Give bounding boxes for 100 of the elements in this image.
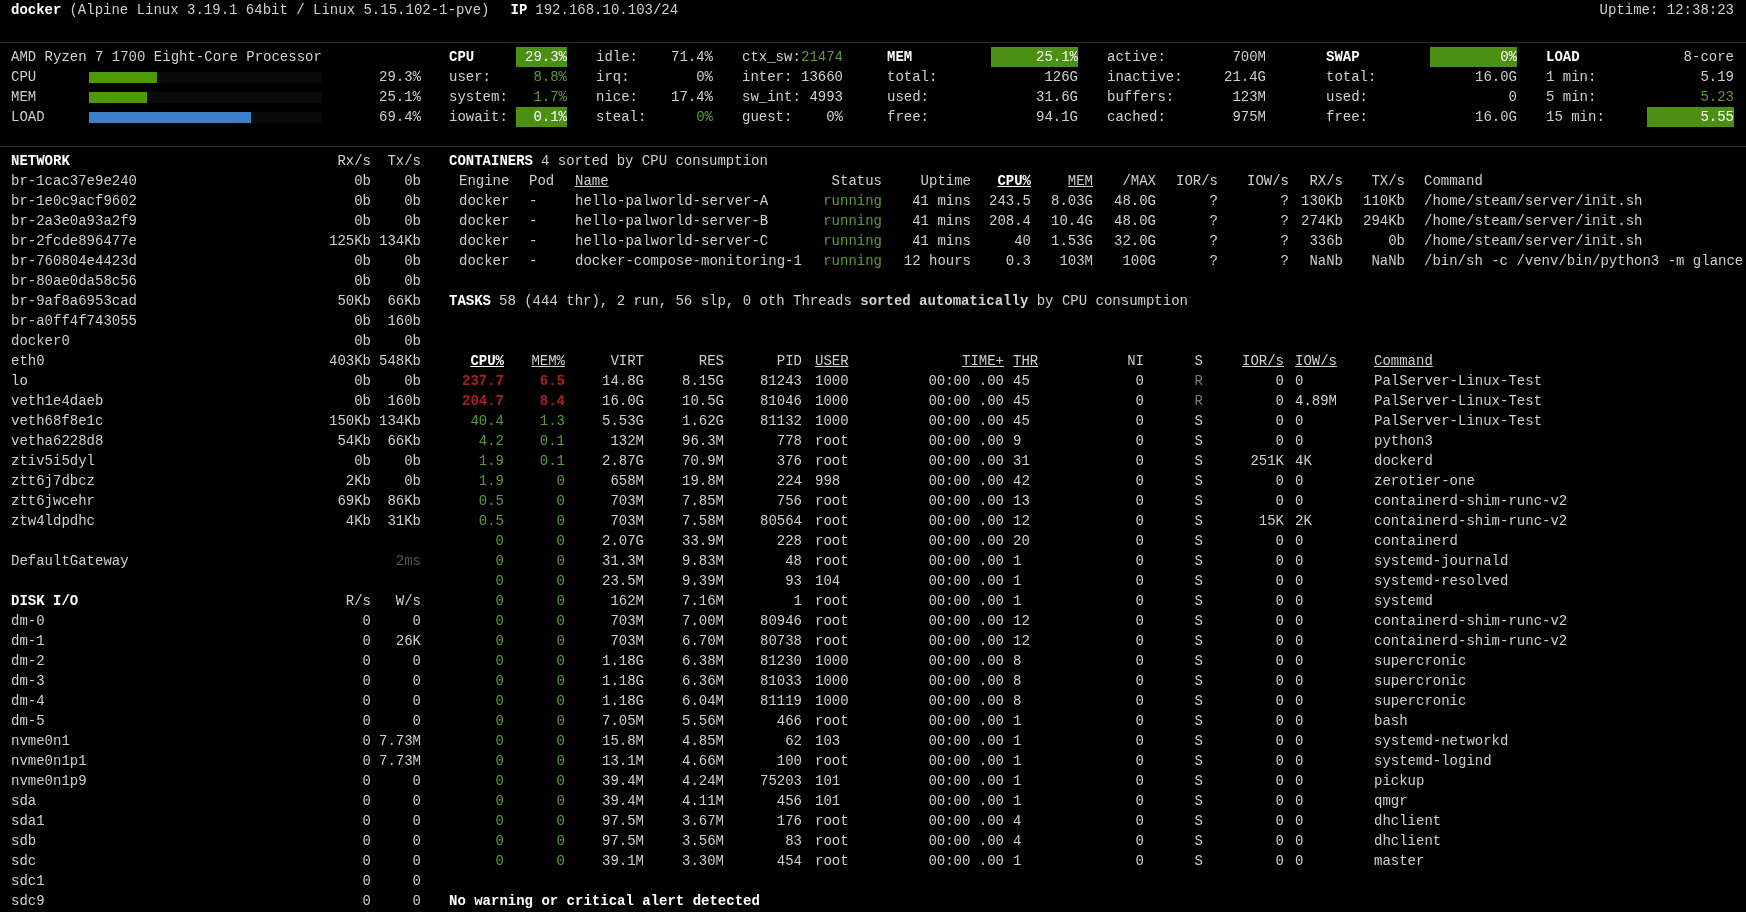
interface-name: eth0 xyxy=(11,352,46,371)
table-cell-text: 274Kb xyxy=(1301,212,1343,231)
table-cell-text: supercronic xyxy=(1374,672,1468,691)
table-cell-text: 1000 xyxy=(815,392,850,411)
table-cell-text: 237.7 xyxy=(462,372,504,391)
column-header: THR xyxy=(1013,352,1040,371)
table-cell-text: 454 xyxy=(776,852,802,871)
table-cell-text: zerotier-one xyxy=(1374,472,1476,491)
table-cell-text: S xyxy=(1194,612,1203,631)
table-cell-text: 1000 xyxy=(815,692,850,711)
table-cell-text: 2.87G xyxy=(602,452,644,471)
table-cell-text: 224 xyxy=(776,472,802,491)
table-cell-text: 0 xyxy=(1275,412,1284,431)
table-cell-text: - xyxy=(529,252,539,271)
table-cell-text: 0 xyxy=(412,892,421,911)
table-cell-text: ? xyxy=(1209,232,1218,251)
table-cell-text: docker xyxy=(459,212,511,231)
stat-value: 1.7% xyxy=(533,88,567,107)
table-cell-text: S xyxy=(1194,472,1203,491)
table-cell-text: 80564 xyxy=(760,512,802,531)
table-cell-text: 00:00 .00 xyxy=(928,432,1004,451)
table-cell-text: 0 xyxy=(556,732,565,751)
table-cell-text: 0 xyxy=(412,612,421,631)
table-cell-text: 0 xyxy=(1295,612,1305,631)
table-cell-text: PalServer-Linux-Test xyxy=(1374,372,1544,391)
table-cell-text: 81046 xyxy=(760,392,802,411)
table-cell-text: 0 xyxy=(362,752,371,771)
table-cell-text: 0 xyxy=(1275,572,1284,591)
table-cell-text: 0 xyxy=(1275,732,1284,751)
table-cell-text: 8 xyxy=(1013,652,1023,671)
table-cell-text: 1.18G xyxy=(602,692,644,711)
table-cell-text: S xyxy=(1194,652,1203,671)
table-cell-text: 0 xyxy=(1275,852,1284,871)
table-cell-text: - xyxy=(529,212,539,231)
stat-label: active: xyxy=(1107,48,1166,67)
table-cell-text: 00:00 .00 xyxy=(928,572,1004,591)
table-cell-text: 0 xyxy=(1275,372,1284,391)
table-cell-text: 0 xyxy=(1275,792,1284,811)
table-cell-text: 403Kb xyxy=(329,352,371,371)
table-cell-text: 208.4 xyxy=(989,212,1031,231)
interface-name: ztw4ldpdhc xyxy=(11,512,96,531)
table-cell-text: 0 xyxy=(556,592,565,611)
table-cell-text: 0 xyxy=(362,872,371,891)
table-cell-text: 101 xyxy=(815,792,842,811)
table-cell-text: 150Kb xyxy=(329,412,371,431)
table-cell-text: ? xyxy=(1209,252,1218,271)
table-cell-text: 0 xyxy=(1135,832,1144,851)
table-cell-text: containerd xyxy=(1374,532,1459,551)
table-cell-text: 162M xyxy=(610,592,644,611)
table-cell-text: 2Kb xyxy=(345,472,371,491)
table-cell-text: R xyxy=(1194,372,1203,391)
table-cell-text: S xyxy=(1194,832,1203,851)
hostname: docker xyxy=(11,1,62,20)
table-cell-text: 0 xyxy=(1275,492,1284,511)
table-cell-text: root xyxy=(815,852,850,871)
table-cell-text: 0 xyxy=(556,832,565,851)
table-cell-text: 1 xyxy=(1013,552,1023,571)
column-header: MEM% xyxy=(531,352,565,371)
table-cell-text: qmgr xyxy=(1374,792,1409,811)
table-cell-text: 0 xyxy=(362,692,371,711)
table-cell-text: 0 xyxy=(1275,472,1284,491)
table-cell-text: 1.9 xyxy=(478,472,504,491)
table-cell-text: 0 xyxy=(1275,592,1284,611)
table-cell-text: NaNb xyxy=(1309,252,1343,271)
table-cell-text: 0 xyxy=(495,632,504,651)
table-cell-text: 204.7 xyxy=(462,392,504,411)
table-cell-text: 48.0G xyxy=(1114,192,1156,211)
table-cell-text: 00:00 .00 xyxy=(928,452,1004,471)
table-cell-text: 0b xyxy=(354,452,371,471)
table-cell-text: bash xyxy=(1374,712,1409,731)
stat-label: used: xyxy=(1326,88,1368,107)
table-cell-text: 12 xyxy=(1013,632,1031,651)
table-cell-text: 8.15G xyxy=(682,372,724,391)
table-cell-text: containerd-shim-runc-v2 xyxy=(1374,632,1569,651)
column-header: IOR/s xyxy=(1242,352,1284,371)
table-cell-text: 80738 xyxy=(760,632,802,651)
table-cell-text: 336b xyxy=(1309,232,1343,251)
table-cell-text: 00:00 .00 xyxy=(928,612,1004,631)
table-cell-text: 66Kb xyxy=(387,432,421,451)
table-cell-text: root xyxy=(815,632,850,651)
column-header: CPU% xyxy=(997,172,1031,191)
stat-value: 16.0G xyxy=(1475,108,1517,127)
table-cell-text: 41 mins xyxy=(912,192,971,211)
table-cell-text: 658M xyxy=(610,472,644,491)
table-cell-text: 1000 xyxy=(815,672,850,691)
table-cell-text: 1 xyxy=(1013,712,1023,731)
table-cell-text: 0 xyxy=(1135,412,1144,431)
table-cell-text: S xyxy=(1194,812,1203,831)
table-cell-text: 39.1M xyxy=(602,852,644,871)
stat-label: ctx_sw: xyxy=(742,48,801,67)
stat-label: user: xyxy=(449,68,491,87)
usage-value: 29.3% xyxy=(379,68,421,87)
table-cell-text: 12 xyxy=(1013,512,1031,531)
column-header: Command xyxy=(1424,172,1484,191)
table-cell-text: 0 xyxy=(362,672,371,691)
table-cell-text: 0b xyxy=(1388,232,1405,251)
table-cell-text: 00:00 .00 xyxy=(928,672,1004,691)
table-cell-text: 548Kb xyxy=(379,352,421,371)
alert-message: No warning or critical alert detected xyxy=(449,892,761,911)
table-cell-text: 0 xyxy=(556,772,565,791)
